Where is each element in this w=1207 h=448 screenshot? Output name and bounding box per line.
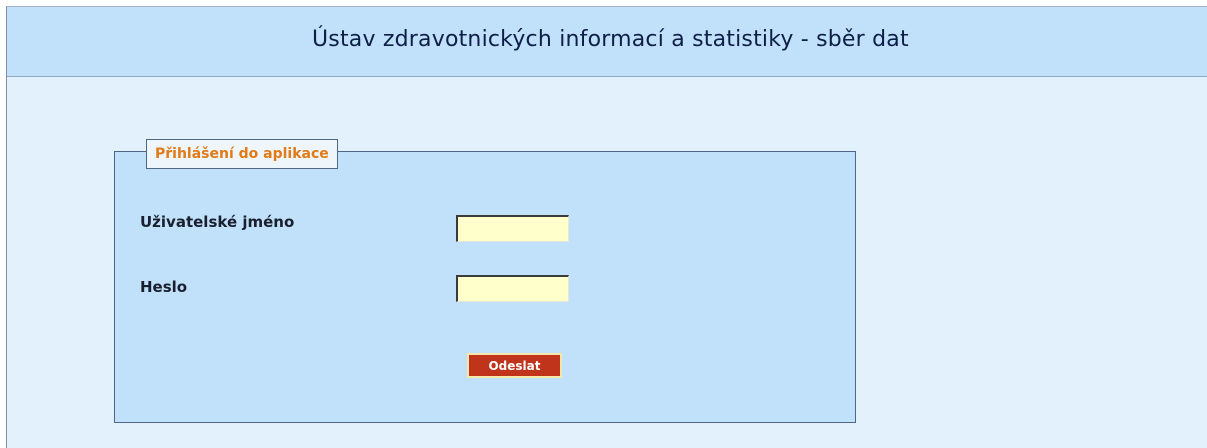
- password-input[interactable]: [456, 275, 569, 302]
- password-label: Heslo: [140, 278, 188, 296]
- submit-button[interactable]: Odeslat: [467, 353, 562, 378]
- page-title: Ústav zdravotnických informací a statist…: [312, 27, 909, 52]
- login-legend: Přihlášení do aplikace: [146, 139, 338, 169]
- username-input[interactable]: [456, 215, 569, 242]
- header: Ústav zdravotnických informací a statist…: [7, 7, 1207, 77]
- username-label: Uživatelské jméno: [140, 213, 295, 231]
